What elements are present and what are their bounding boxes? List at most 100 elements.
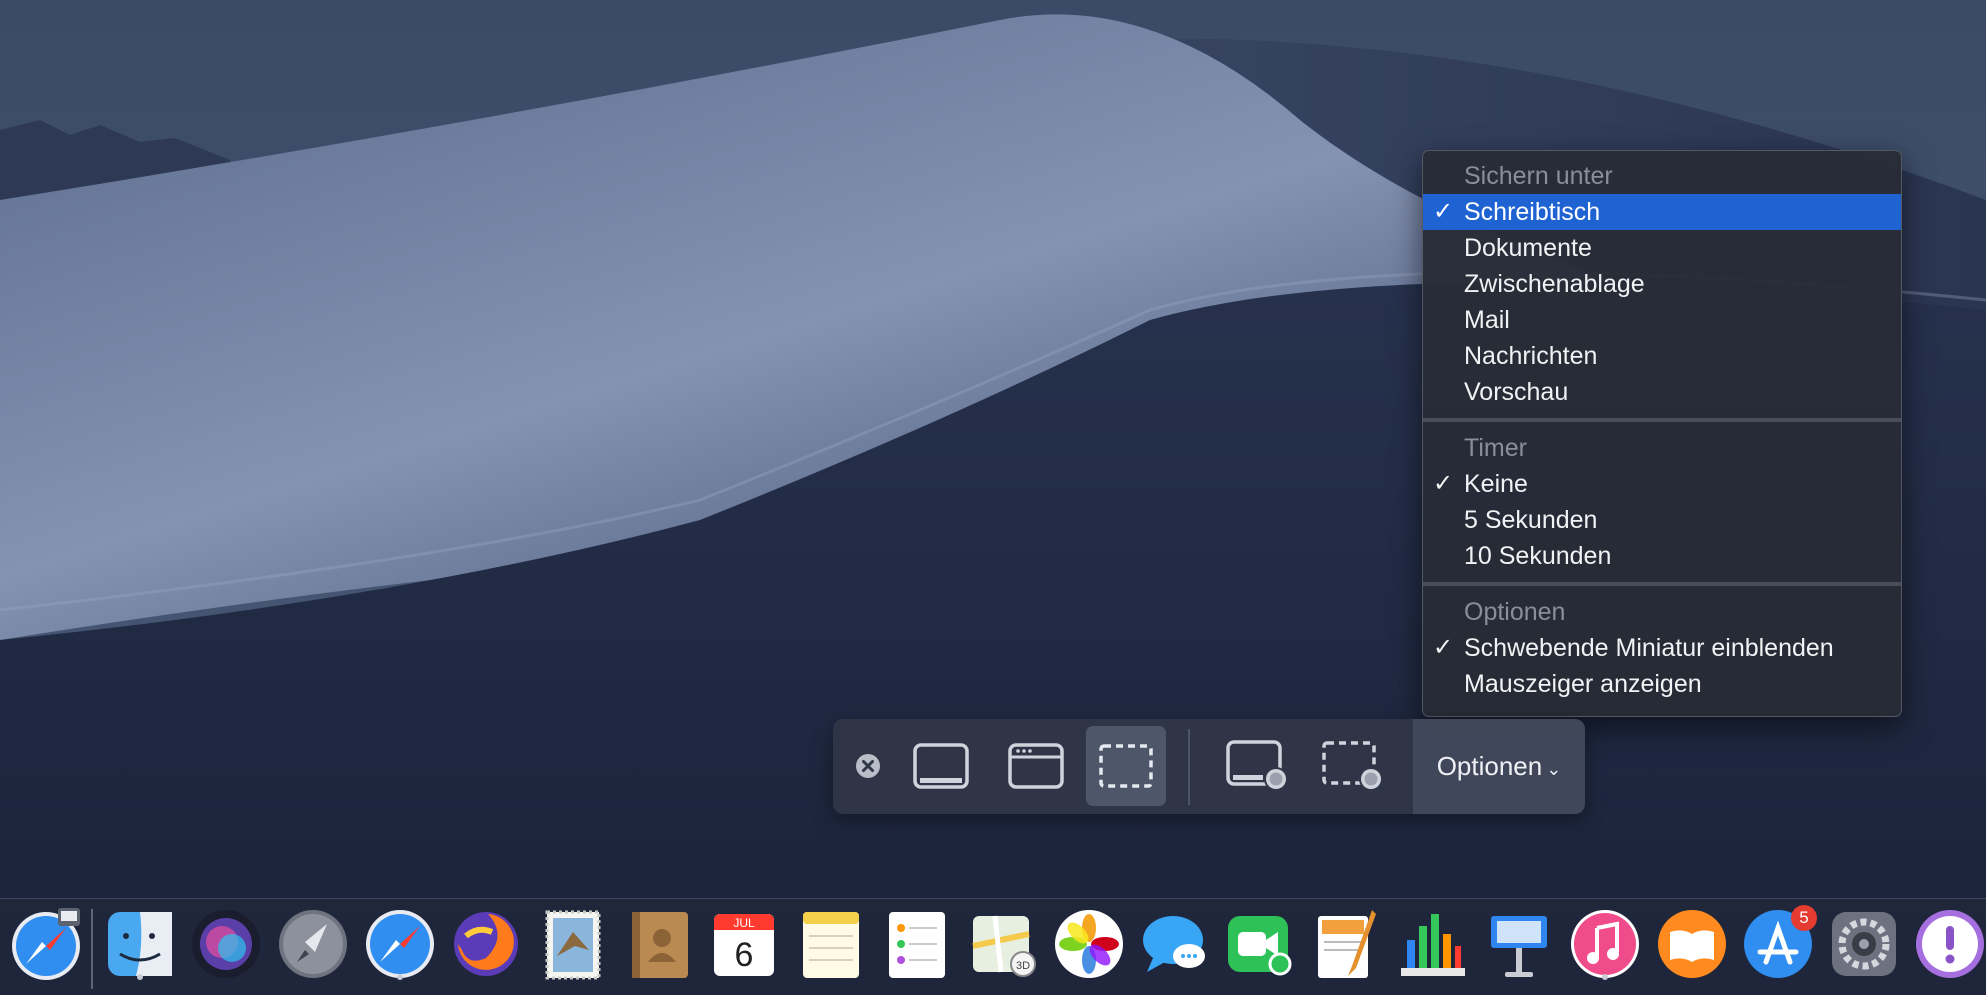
dock-item-facetime[interactable] bbox=[1222, 906, 1298, 982]
notes-icon bbox=[803, 912, 859, 978]
checkmark-icon: ✓ bbox=[1432, 634, 1454, 661]
app-store-badge: 5 bbox=[1791, 905, 1817, 931]
dock-item-itunes[interactable] bbox=[1567, 906, 1643, 982]
screenshot-toolbar: Optionen ⌄ bbox=[833, 719, 1585, 814]
running-indicator bbox=[1602, 974, 1608, 980]
menu-item-dokumente[interactable]: Dokumente bbox=[1423, 230, 1901, 266]
dock-item-maps[interactable]: 3D bbox=[965, 906, 1041, 982]
exclamation-icon bbox=[1916, 910, 1984, 978]
dock-item-pages[interactable] bbox=[1308, 906, 1384, 982]
menu-item-label: Mail bbox=[1464, 306, 1510, 334]
options-menu: Sichern unter ✓ Schreibtisch Dokumente Z… bbox=[1422, 150, 1902, 717]
keynote-icon bbox=[1491, 916, 1547, 977]
maps-icon: 3D bbox=[972, 915, 1036, 977]
photos-icon bbox=[1055, 910, 1123, 978]
pages-icon bbox=[1318, 910, 1376, 978]
dock-item-notes[interactable] bbox=[793, 906, 869, 982]
screen-icon bbox=[913, 743, 969, 789]
menu-item-label: Dokumente bbox=[1464, 234, 1592, 262]
messages-icon bbox=[1143, 916, 1205, 972]
menu-item-vorschau[interactable]: Vorschau bbox=[1423, 374, 1901, 410]
menu-item-label: 5 Sekunden bbox=[1464, 506, 1598, 534]
dock-item-system-preferences[interactable] bbox=[1826, 906, 1902, 982]
dock-item-siri[interactable] bbox=[188, 906, 264, 982]
menu-item-label: Vorschau bbox=[1464, 378, 1569, 406]
dock-item-finder[interactable] bbox=[102, 906, 178, 982]
svg-text:3D: 3D bbox=[1016, 960, 1030, 972]
finder-icon bbox=[108, 912, 172, 976]
menu-item-nachrichten[interactable]: Nachrichten bbox=[1423, 338, 1901, 374]
menu-item-mail[interactable]: Mail bbox=[1423, 302, 1901, 338]
facetime-icon bbox=[1228, 916, 1292, 976]
dock-item-safari[interactable] bbox=[362, 906, 438, 982]
menu-item-keine[interactable]: ✓ Keine bbox=[1423, 466, 1901, 502]
siri-icon bbox=[192, 910, 260, 978]
dock-item-books[interactable] bbox=[1654, 906, 1730, 982]
numbers-icon bbox=[1401, 914, 1465, 976]
record-screen-icon bbox=[1226, 740, 1288, 791]
options-header: Optionen bbox=[1464, 598, 1566, 626]
dock-item-reminders[interactable] bbox=[879, 906, 955, 982]
record-entire-screen-button[interactable] bbox=[1218, 726, 1298, 806]
firefox-icon bbox=[454, 912, 518, 976]
record-selection-icon bbox=[1322, 741, 1383, 791]
checkmark-icon: ✓ bbox=[1432, 470, 1454, 497]
menu-item-label: Schreibtisch bbox=[1464, 198, 1601, 226]
calendar-month: JUL bbox=[733, 916, 755, 930]
calendar-icon: JUL 6 bbox=[714, 914, 774, 976]
close-icon bbox=[856, 754, 880, 778]
menu-item-label: Keine bbox=[1464, 470, 1528, 498]
dock-item-launchpad[interactable] bbox=[275, 906, 351, 982]
dock-item-safari-shared[interactable] bbox=[8, 906, 84, 982]
dock-item-numbers[interactable] bbox=[1395, 906, 1471, 982]
dock-item-contacts[interactable] bbox=[622, 906, 698, 982]
record-selection-button[interactable] bbox=[1313, 726, 1393, 806]
reminders-icon bbox=[889, 912, 945, 978]
running-indicator bbox=[397, 974, 403, 980]
gear-icon bbox=[1832, 912, 1896, 976]
dock-item-photos[interactable] bbox=[1051, 906, 1127, 982]
menu-item-label: Mauszeiger anzeigen bbox=[1464, 670, 1702, 698]
toolbar-divider bbox=[1188, 729, 1190, 805]
checkmark-icon: ✓ bbox=[1432, 198, 1454, 225]
safari-icon bbox=[12, 908, 80, 980]
menu-item-5-sekunden[interactable]: 5 Sekunden bbox=[1423, 502, 1901, 538]
itunes-icon bbox=[1571, 910, 1639, 978]
timer-header: Timer bbox=[1464, 434, 1527, 462]
running-indicator bbox=[137, 974, 143, 980]
books-icon bbox=[1658, 910, 1726, 978]
menu-item-10-sekunden[interactable]: 10 Sekunden bbox=[1423, 538, 1901, 574]
capture-selection-button[interactable] bbox=[1086, 726, 1166, 806]
dock-item-feedback-assistant[interactable] bbox=[1912, 906, 1986, 982]
safari-icon bbox=[366, 910, 434, 978]
menu-item-zwischenablage[interactable]: Zwischenablage bbox=[1423, 266, 1901, 302]
dock-item-calendar[interactable]: JUL 6 bbox=[706, 906, 782, 982]
window-icon bbox=[1008, 743, 1064, 789]
capture-window-button[interactable] bbox=[996, 726, 1076, 806]
menu-item-label: Nachrichten bbox=[1464, 342, 1598, 370]
dock-item-firefox[interactable] bbox=[448, 906, 524, 982]
menu-item-schreibtisch[interactable]: ✓ Schreibtisch bbox=[1423, 194, 1901, 230]
dock: JUL 6 3D bbox=[0, 898, 1986, 995]
menu-item-label: Schwebende Miniatur einblenden bbox=[1464, 634, 1834, 662]
mail-stamp-icon bbox=[545, 910, 601, 980]
menu-item-show-pointer[interactable]: Mauszeiger anzeigen bbox=[1423, 666, 1901, 702]
dock-item-mail[interactable] bbox=[535, 906, 611, 982]
menu-separator bbox=[1423, 418, 1901, 422]
dock-separator bbox=[91, 909, 93, 989]
dock-item-messages[interactable] bbox=[1137, 906, 1213, 982]
menu-item-label: 10 Sekunden bbox=[1464, 542, 1612, 570]
menu-item-label: Zwischenablage bbox=[1464, 270, 1645, 298]
dock-item-keynote[interactable] bbox=[1481, 906, 1557, 982]
chevron-down-icon: ⌄ bbox=[1546, 759, 1562, 779]
menu-separator bbox=[1423, 582, 1901, 586]
contacts-icon bbox=[632, 912, 688, 978]
menu-item-floating-thumbnail[interactable]: ✓ Schwebende Miniatur einblenden bbox=[1423, 630, 1901, 666]
selection-icon bbox=[1099, 744, 1153, 788]
calendar-day: 6 bbox=[735, 936, 754, 974]
capture-entire-screen-button[interactable] bbox=[901, 726, 981, 806]
options-button-label: Optionen bbox=[1436, 751, 1543, 781]
options-button[interactable]: Optionen ⌄ bbox=[1413, 719, 1585, 814]
close-button[interactable] bbox=[851, 726, 885, 806]
save-to-header: Sichern unter bbox=[1464, 162, 1613, 190]
